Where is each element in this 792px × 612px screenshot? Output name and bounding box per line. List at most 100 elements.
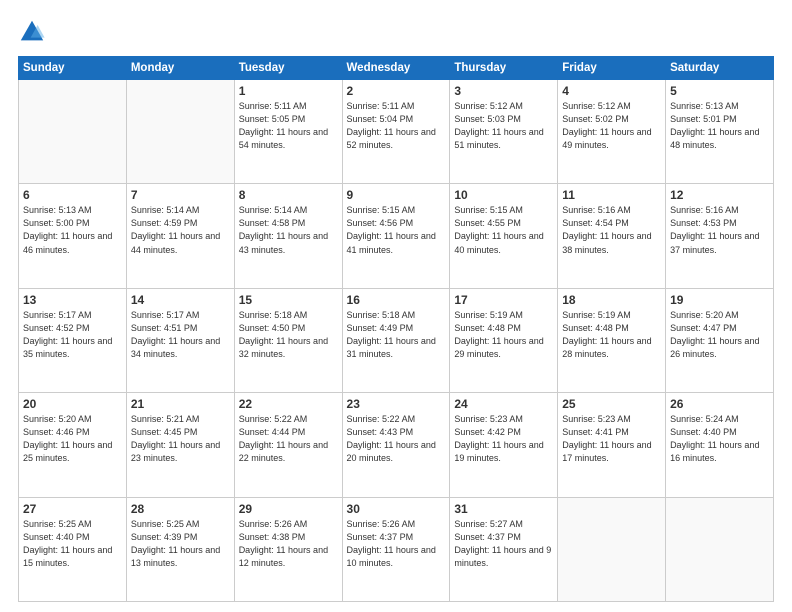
calendar-header-row: SundayMondayTuesdayWednesdayThursdayFrid… (19, 57, 774, 80)
calendar-cell: 31 Sunrise: 5:27 AM Sunset: 4:37 PM Dayli… (450, 497, 558, 601)
calendar-week-2: 6 Sunrise: 5:13 AM Sunset: 5:00 PM Daylig… (19, 184, 774, 288)
calendar-cell: 23 Sunrise: 5:22 AM Sunset: 4:43 PM Dayli… (342, 393, 450, 497)
calendar-cell (19, 80, 127, 184)
day-info: Sunrise: 5:13 AM Sunset: 5:00 PM Dayligh… (23, 204, 122, 256)
calendar-cell: 20Sunrise: 5:20 AM Sunset: 4:46 PM Dayli… (19, 393, 127, 497)
calendar-cell: 14Sunrise: 5:17 AM Sunset: 4:51 PM Dayli… (126, 288, 234, 392)
calendar-cell: 27 Sunrise: 5:25 AM Sunset: 4:40 PM Dayli… (19, 497, 127, 601)
calendar-cell: 29 Sunrise: 5:26 AM Sunset: 4:38 PM Dayli… (234, 497, 342, 601)
day-info: Sunrise: 5:18 AM Sunset: 4:50 PM Dayligh… (239, 309, 338, 361)
calendar-cell (558, 497, 666, 601)
day-info: Sunrise: 5:11 AM Sunset: 5:05 PM Dayligh… (239, 100, 338, 152)
day-info: Sunrise: 5:26 AM Sunset: 4:37 PM Dayligh… (347, 518, 446, 570)
day-number: 9 (347, 188, 446, 202)
day-info: Sunrise: 5:27 AM Sunset: 4:37 PM Dayligh… (454, 518, 553, 570)
day-info: Sunrise: 5:22 AM Sunset: 4:43 PM Dayligh… (347, 413, 446, 465)
day-info: Sunrise: 5:23 AM Sunset: 4:42 PM Dayligh… (454, 413, 553, 465)
calendar-week-3: 13Sunrise: 5:17 AM Sunset: 4:52 PM Dayli… (19, 288, 774, 392)
calendar-cell: 16 Sunrise: 5:18 AM Sunset: 4:49 PM Dayli… (342, 288, 450, 392)
day-number: 26 (670, 397, 769, 411)
calendar-cell (126, 80, 234, 184)
calendar-cell: 1 Sunrise: 5:11 AM Sunset: 5:05 PM Daylig… (234, 80, 342, 184)
day-info: Sunrise: 5:26 AM Sunset: 4:38 PM Dayligh… (239, 518, 338, 570)
calendar-cell: 8Sunrise: 5:14 AM Sunset: 4:58 PM Daylig… (234, 184, 342, 288)
day-info: Sunrise: 5:20 AM Sunset: 4:46 PM Dayligh… (23, 413, 122, 465)
calendar-cell: 19 Sunrise: 5:20 AM Sunset: 4:47 PM Dayli… (666, 288, 774, 392)
weekday-header-thursday: Thursday (450, 57, 558, 80)
day-number: 28 (131, 502, 230, 516)
day-number: 21 (131, 397, 230, 411)
day-info: Sunrise: 5:15 AM Sunset: 4:56 PM Dayligh… (347, 204, 446, 256)
day-number: 30 (347, 502, 446, 516)
day-info: Sunrise: 5:17 AM Sunset: 4:52 PM Dayligh… (23, 309, 122, 361)
day-info: Sunrise: 5:25 AM Sunset: 4:40 PM Dayligh… (23, 518, 122, 570)
day-number: 16 (347, 293, 446, 307)
day-info: Sunrise: 5:22 AM Sunset: 4:44 PM Dayligh… (239, 413, 338, 465)
calendar-cell: 7 Sunrise: 5:14 AM Sunset: 4:59 PM Daylig… (126, 184, 234, 288)
day-info: Sunrise: 5:21 AM Sunset: 4:45 PM Dayligh… (131, 413, 230, 465)
calendar-week-1: 1 Sunrise: 5:11 AM Sunset: 5:05 PM Daylig… (19, 80, 774, 184)
logo-icon (18, 18, 46, 46)
day-info: Sunrise: 5:11 AM Sunset: 5:04 PM Dayligh… (347, 100, 446, 152)
day-number: 12 (670, 188, 769, 202)
day-number: 6 (23, 188, 122, 202)
weekday-header-saturday: Saturday (666, 57, 774, 80)
calendar-cell: 25 Sunrise: 5:23 AM Sunset: 4:41 PM Dayli… (558, 393, 666, 497)
day-info: Sunrise: 5:15 AM Sunset: 4:55 PM Dayligh… (454, 204, 553, 256)
calendar-week-5: 27 Sunrise: 5:25 AM Sunset: 4:40 PM Dayli… (19, 497, 774, 601)
day-info: Sunrise: 5:16 AM Sunset: 4:54 PM Dayligh… (562, 204, 661, 256)
day-info: Sunrise: 5:25 AM Sunset: 4:39 PM Dayligh… (131, 518, 230, 570)
day-number: 4 (562, 84, 661, 98)
day-number: 23 (347, 397, 446, 411)
calendar-cell: 9 Sunrise: 5:15 AM Sunset: 4:56 PM Daylig… (342, 184, 450, 288)
day-number: 17 (454, 293, 553, 307)
calendar-cell: 21 Sunrise: 5:21 AM Sunset: 4:45 PM Dayli… (126, 393, 234, 497)
day-info: Sunrise: 5:20 AM Sunset: 4:47 PM Dayligh… (670, 309, 769, 361)
weekday-header-wednesday: Wednesday (342, 57, 450, 80)
calendar-cell: 26 Sunrise: 5:24 AM Sunset: 4:40 PM Dayli… (666, 393, 774, 497)
day-number: 19 (670, 293, 769, 307)
calendar-cell: 24 Sunrise: 5:23 AM Sunset: 4:42 PM Dayli… (450, 393, 558, 497)
day-info: Sunrise: 5:23 AM Sunset: 4:41 PM Dayligh… (562, 413, 661, 465)
day-info: Sunrise: 5:13 AM Sunset: 5:01 PM Dayligh… (670, 100, 769, 152)
day-info: Sunrise: 5:24 AM Sunset: 4:40 PM Dayligh… (670, 413, 769, 465)
day-number: 1 (239, 84, 338, 98)
day-number: 18 (562, 293, 661, 307)
day-number: 31 (454, 502, 553, 516)
day-info: Sunrise: 5:18 AM Sunset: 4:49 PM Dayligh… (347, 309, 446, 361)
weekday-header-friday: Friday (558, 57, 666, 80)
day-number: 15 (239, 293, 338, 307)
day-info: Sunrise: 5:19 AM Sunset: 4:48 PM Dayligh… (454, 309, 553, 361)
day-number: 24 (454, 397, 553, 411)
header (18, 18, 774, 46)
day-number: 10 (454, 188, 553, 202)
day-number: 11 (562, 188, 661, 202)
calendar-cell: 15 Sunrise: 5:18 AM Sunset: 4:50 PM Dayli… (234, 288, 342, 392)
calendar-cell: 10 Sunrise: 5:15 AM Sunset: 4:55 PM Dayli… (450, 184, 558, 288)
day-number: 27 (23, 502, 122, 516)
calendar-cell: 18 Sunrise: 5:19 AM Sunset: 4:48 PM Dayli… (558, 288, 666, 392)
day-info: Sunrise: 5:12 AM Sunset: 5:02 PM Dayligh… (562, 100, 661, 152)
calendar-cell: 17 Sunrise: 5:19 AM Sunset: 4:48 PM Dayli… (450, 288, 558, 392)
day-number: 29 (239, 502, 338, 516)
day-number: 25 (562, 397, 661, 411)
day-info: Sunrise: 5:12 AM Sunset: 5:03 PM Dayligh… (454, 100, 553, 152)
calendar-cell: 3 Sunrise: 5:12 AM Sunset: 5:03 PM Daylig… (450, 80, 558, 184)
calendar-table: SundayMondayTuesdayWednesdayThursdayFrid… (18, 56, 774, 602)
calendar-week-4: 20Sunrise: 5:20 AM Sunset: 4:46 PM Dayli… (19, 393, 774, 497)
day-info: Sunrise: 5:14 AM Sunset: 4:59 PM Dayligh… (131, 204, 230, 256)
calendar-cell: 6 Sunrise: 5:13 AM Sunset: 5:00 PM Daylig… (19, 184, 127, 288)
weekday-header-monday: Monday (126, 57, 234, 80)
calendar-cell: 12Sunrise: 5:16 AM Sunset: 4:53 PM Dayli… (666, 184, 774, 288)
day-number: 2 (347, 84, 446, 98)
calendar-cell: 2 Sunrise: 5:11 AM Sunset: 5:04 PM Daylig… (342, 80, 450, 184)
day-number: 7 (131, 188, 230, 202)
day-number: 3 (454, 84, 553, 98)
day-info: Sunrise: 5:19 AM Sunset: 4:48 PM Dayligh… (562, 309, 661, 361)
calendar-cell: 30 Sunrise: 5:26 AM Sunset: 4:37 PM Dayli… (342, 497, 450, 601)
day-info: Sunrise: 5:17 AM Sunset: 4:51 PM Dayligh… (131, 309, 230, 361)
day-number: 22 (239, 397, 338, 411)
calendar-cell (666, 497, 774, 601)
calendar-cell: 5Sunrise: 5:13 AM Sunset: 5:01 PM Daylig… (666, 80, 774, 184)
page: SundayMondayTuesdayWednesdayThursdayFrid… (0, 0, 792, 612)
